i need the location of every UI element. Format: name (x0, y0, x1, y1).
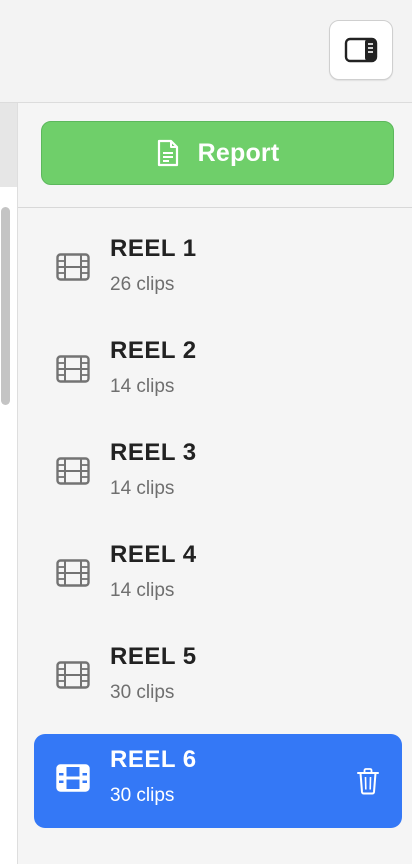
sidebar-right-icon (344, 37, 378, 63)
reel-clip-count: 30 clips (110, 785, 175, 806)
film-icon (56, 253, 90, 281)
report-area: Report (18, 103, 412, 208)
film-icon (56, 355, 90, 383)
toolbar (0, 0, 412, 103)
left-pane-header (0, 103, 17, 187)
left-pane-scrollbar[interactable] (1, 207, 10, 405)
reel-item[interactable]: REEL 2 14 clips (34, 325, 402, 419)
reel-clip-count: 30 clips (110, 682, 175, 703)
reel-item[interactable]: REEL 4 14 clips (34, 529, 402, 623)
reel-clip-count: 14 clips (110, 580, 175, 601)
reel-title: REEL 3 (110, 439, 197, 466)
reel-clip-count: 26 clips (110, 274, 175, 295)
film-icon (56, 661, 90, 689)
reel-item[interactable]: REEL 3 14 clips (34, 427, 402, 521)
report-button[interactable]: Report (41, 121, 394, 185)
film-icon (56, 457, 90, 485)
film-icon (56, 559, 90, 587)
reel-title: REEL 6 (110, 746, 197, 773)
trash-icon[interactable] (356, 767, 380, 795)
left-pane (0, 103, 18, 864)
document-icon (157, 139, 178, 167)
reel-title: REEL 4 (110, 541, 197, 568)
toggle-sidebar-button[interactable] (329, 20, 393, 80)
reel-title: REEL 5 (110, 643, 197, 670)
reel-item[interactable]: REEL 5 30 clips (34, 631, 402, 725)
report-button-label: Report (197, 138, 280, 167)
reel-item[interactable]: REEL 1 26 clips (34, 223, 402, 317)
reel-item-selected[interactable]: REEL 6 30 clips (34, 734, 402, 828)
film-icon (56, 764, 90, 792)
reel-clip-count: 14 clips (110, 478, 175, 499)
reel-title: REEL 1 (110, 235, 197, 262)
reel-clip-count: 14 clips (110, 376, 175, 397)
reel-title: REEL 2 (110, 337, 197, 364)
reels-sidebar: Report REEL 1 26 clips REEL 2 14 clips R… (18, 103, 412, 864)
